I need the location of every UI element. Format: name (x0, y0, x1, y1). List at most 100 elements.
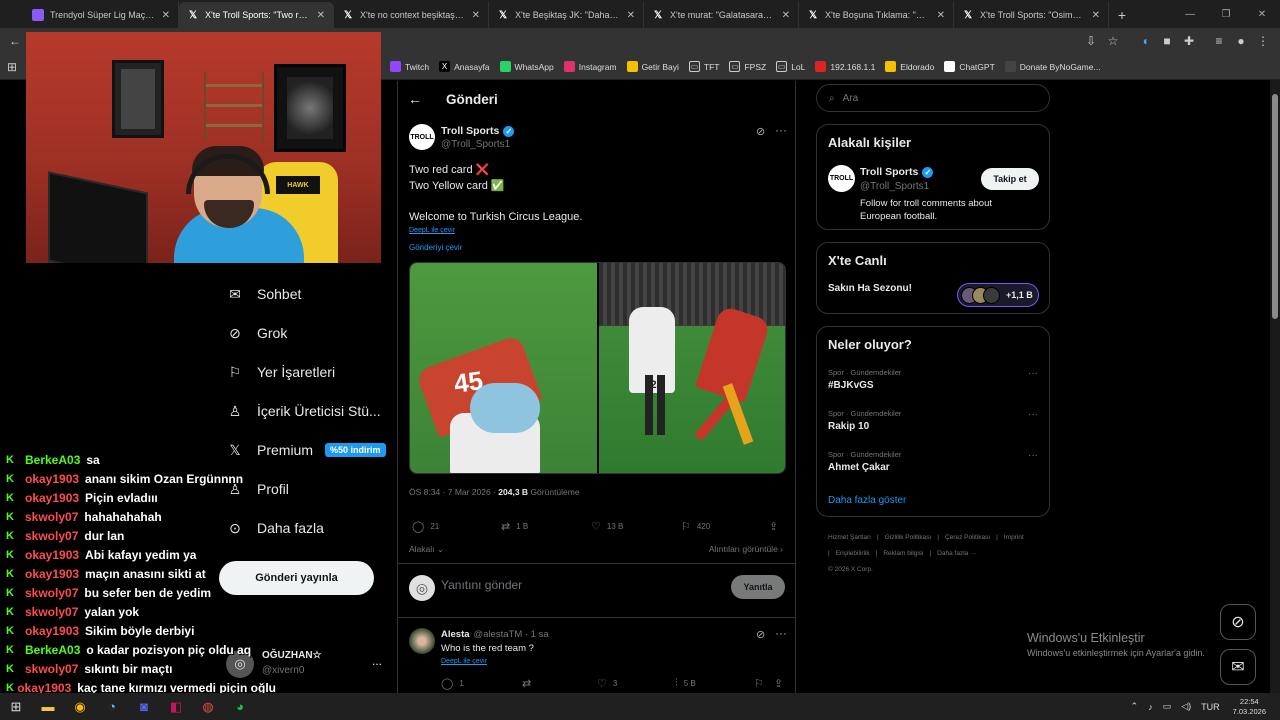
file-explorer-icon[interactable]: ▬ (32, 693, 64, 720)
mic-icon[interactable]: ♪ (1148, 702, 1153, 712)
nav-item-sohbet[interactable]: ✉ Sohbet (226, 283, 301, 305)
bookmark-item[interactable]: Eldorado (885, 61, 934, 72)
browser-tab[interactable]: Trendyol Süper Lig Maç Özetleri✕ (24, 2, 179, 28)
steam-icon[interactable]: ◔ (96, 693, 128, 720)
new-tab-button[interactable]: + (1109, 2, 1135, 28)
bookmark-item[interactable]: ChatGPT (944, 61, 995, 72)
puzzle-icon[interactable]: ✚ (1178, 30, 1200, 52)
grok-icon[interactable]: ⊘ (756, 125, 765, 138)
bookmark-item[interactable]: ▭ FPSZ (729, 61, 766, 72)
minimize-icon[interactable]: — (1172, 0, 1208, 28)
close-window-icon[interactable]: ✕ (1244, 0, 1280, 28)
language-indicator[interactable]: TUR (1201, 702, 1220, 712)
reply-author-avatar[interactable] (409, 628, 435, 654)
live-participants[interactable]: +1,1 B (957, 283, 1039, 307)
views-action[interactable]: ⫶ 5 B (675, 677, 696, 690)
install-icon[interactable]: ⇩ (1080, 30, 1102, 52)
reply-input[interactable]: Yanıtını gönder (441, 578, 522, 592)
browser-tab[interactable]: 𝕏X'te Troll Sports: "Two red card✕ (179, 2, 334, 28)
more-icon[interactable]: ··· (1028, 450, 1038, 461)
related-avatar[interactable]: TROLL (828, 165, 855, 192)
reply-action[interactable]: ◯ 21 (412, 520, 439, 533)
post-media[interactable]: 45 23 (409, 262, 786, 474)
network-icon[interactable]: ▭ (1163, 701, 1172, 712)
trend-item[interactable]: Spor · Gündemdekiler #BJKvGS ··· (828, 368, 1038, 391)
author-handle[interactable]: @Troll_Sports1 (441, 139, 510, 150)
close-tab-icon[interactable]: ✕ (627, 10, 635, 21)
obs-icon[interactable]: ◍ (192, 693, 224, 720)
bookmark-action[interactable]: ⚐ 420 (681, 520, 710, 533)
messages-float-icon[interactable]: ✉ (1220, 649, 1256, 685)
related-name[interactable]: Troll Sports ✓ (860, 166, 934, 178)
reply-author[interactable]: Alesta @alestaTM · 1 sa (441, 629, 549, 640)
maximize-icon[interactable]: ❐ (1208, 0, 1244, 28)
footer-link[interactable]: Hizmet Şartları (828, 534, 871, 541)
start-icon[interactable]: ⊞ (0, 693, 32, 720)
show-more-link[interactable]: Daha fazla göster (828, 495, 906, 506)
back-arrow-icon[interactable]: ← (408, 91, 428, 107)
reply-action[interactable]: ◯ 1 (441, 677, 464, 690)
deepl-translate-link[interactable]: DeepL ile çevir (441, 658, 487, 665)
reply-button[interactable]: Yanıtla (731, 575, 785, 599)
kebab-menu-icon[interactable]: ⋮ (1252, 30, 1274, 52)
bookmark-item[interactable]: Donate ByNoGame... (1004, 61, 1101, 72)
more-icon[interactable]: ··· (775, 626, 787, 640)
more-icon[interactable]: ... (372, 654, 382, 668)
bookmark-item[interactable]: X Anasayfa (439, 61, 490, 72)
app-icon[interactable]: ◧ (160, 693, 192, 720)
browser-tab[interactable]: 𝕏X'te no context beşiktaş: "asist✕ (334, 2, 489, 28)
spotify-icon[interactable]: ◕ (224, 693, 256, 720)
extension-icon[interactable]: ■ (1156, 30, 1178, 52)
close-tab-icon[interactable]: ✕ (1092, 10, 1100, 21)
search-input[interactable]: ⌕ Ara (816, 84, 1050, 112)
footer-link[interactable]: Çerez Politikası (945, 534, 990, 541)
close-tab-icon[interactable]: ✕ (937, 10, 945, 21)
close-tab-icon[interactable]: ✕ (162, 10, 170, 21)
nav-item-grok[interactable]: ⊘ Grok (226, 322, 287, 344)
footer-link[interactable]: Daha fazla ··· (937, 550, 976, 557)
chrome-icon[interactable]: ◉ (64, 693, 96, 720)
media-image-right[interactable]: 23 (598, 263, 785, 473)
more-icon[interactable]: ··· (775, 123, 787, 137)
bookmark-item[interactable]: WhatsApp (499, 61, 554, 72)
bookmark-item[interactable]: ▭ LoL (776, 61, 805, 72)
share-icon[interactable]: ⇪ (774, 677, 789, 690)
bookmark-item[interactable]: Twitch (390, 61, 429, 72)
trend-item[interactable]: Spor · Gündemdekiler Ahmet Çakar ··· (828, 450, 1038, 473)
back-arrow-icon[interactable]: ← (4, 30, 26, 52)
live-item[interactable]: Sakın Ha Sezonu! (828, 283, 912, 294)
media-icon[interactable]: ≡ (1208, 30, 1230, 52)
user-avatar[interactable]: ◎ (409, 575, 435, 601)
browser-tab[interactable]: 𝕏X'te murat: "Galatasaraylılar dü✕ (644, 2, 799, 28)
share-icon[interactable]: ⇪ (769, 520, 784, 533)
chevron-up-icon[interactable]: ⌃ (1131, 701, 1139, 712)
like-action[interactable]: ♡ 13 B (591, 520, 623, 533)
volume-icon[interactable]: ◁) (1181, 701, 1191, 712)
more-icon[interactable]: ··· (1028, 409, 1038, 420)
repost-action[interactable]: ⇄ 1 B (501, 520, 528, 533)
star-icon[interactable]: ☆ (1102, 30, 1124, 52)
browser-tab[interactable]: 𝕏X'te Boşuna Tıklama: "Osimhen✕ (799, 2, 954, 28)
close-tab-icon[interactable]: ✕ (472, 10, 480, 21)
like-action[interactable]: ♡ 3 (597, 677, 617, 690)
discord-icon[interactable]: ◙ (128, 693, 160, 720)
footer-link[interactable]: Gizlilik Politikası (885, 534, 932, 541)
trend-item[interactable]: Spor · Gündemdekiler Rakip 10 ··· (828, 409, 1038, 432)
apps-grid-icon[interactable]: ⊞ (7, 60, 17, 74)
repost-action[interactable]: ⇄ (522, 677, 537, 690)
deepl-translate-link[interactable]: DeepL ile çevir (409, 227, 455, 234)
footer-link[interactable]: Reklam bilgisi (883, 550, 923, 557)
related-handle[interactable]: @Troll_Sports1 (860, 181, 929, 192)
nav-item-i-çerik-üreticisi-stü-[interactable]: ♙ İçerik Üreticisi Stü... (226, 400, 381, 422)
nav-item-yer-i-şaretleri[interactable]: ⚐ Yer İşaretleri (226, 361, 335, 383)
more-icon[interactable]: ··· (1028, 368, 1038, 379)
author-avatar[interactable]: TROLL (409, 124, 435, 150)
scrollbar-thumb[interactable] (1272, 94, 1278, 319)
grok-icon[interactable]: ⊘ (756, 628, 765, 641)
profile-avatar-icon[interactable]: ● (1230, 30, 1252, 52)
close-tab-icon[interactable]: ✕ (317, 10, 325, 21)
browser-tab[interactable]: 𝕏X'te Beşiktaş JK: "Daha ne olm✕ (489, 2, 644, 28)
close-tab-icon[interactable]: ✕ (782, 10, 790, 21)
author-name[interactable]: Troll Sports ✓ (441, 125, 515, 137)
translate-post-link[interactable]: Gönderiyi çevir (409, 243, 462, 252)
